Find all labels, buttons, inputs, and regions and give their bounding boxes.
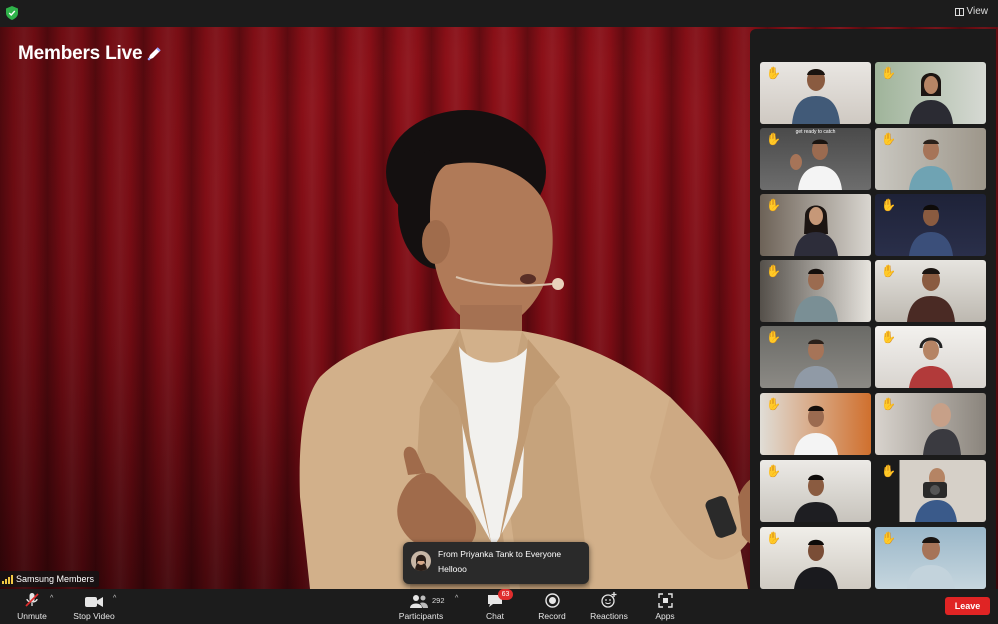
raised-hand-icon: ✋ [766,330,781,344]
participant-tile[interactable]: ✋ [760,393,871,455]
participants-options-chevron-icon[interactable]: ^ [455,595,458,602]
zoom-meeting-window: View Members Live ✋ ✋ ✋ get ready to cat… [0,0,998,624]
raised-hand-icon: ✋ [881,330,896,344]
view-button[interactable]: View [954,6,989,17]
participant-tile[interactable]: ✋ get ready to catch [760,128,871,190]
brand-text: Members Live [18,43,143,64]
raised-hand-icon: ✋ [881,66,896,80]
raised-hand-icon: ✋ [766,397,781,411]
video-options-chevron-icon[interactable]: ^ [113,595,116,602]
participant-tile[interactable]: ✋ [760,260,871,322]
participant-tile[interactable]: ✋ [760,460,871,522]
raised-hand-icon: ✋ [881,531,896,545]
participant-tile[interactable]: ✋ [760,62,871,124]
chat-sender: From Priyanka Tank to Everyone [438,549,562,559]
grid-view-icon [954,7,964,16]
participant-tile[interactable]: ✋ [875,194,986,256]
participant-tile[interactable]: ✋ [875,527,986,589]
chat-message: Hellooo [438,564,467,574]
raised-hand-icon: ✋ [881,132,896,146]
raised-hand-icon: ✋ [881,264,896,278]
participants-button[interactable]: Participants [396,589,446,624]
chat-unread-badge: 63 [498,589,513,600]
apps-icon [657,593,673,608]
participant-tile[interactable]: ✋ [875,260,986,322]
members-live-logo: Members Live [18,43,162,65]
participants-icon [410,595,428,608]
speaker-video [299,110,780,589]
record-icon [544,593,560,608]
tile-caption: get ready to catch [795,129,836,135]
raised-hand-icon: ✋ [766,198,781,212]
raised-hand-icon: ✋ [881,464,896,478]
video-camera-icon [85,597,103,607]
raised-hand-icon: ✋ [766,531,781,545]
raised-hand-icon: ✋ [881,198,896,212]
raised-hand-icon: ✋ [766,66,781,80]
speaker-name: Samsung Members [16,574,95,584]
top-bar: View [0,0,998,27]
record-button[interactable]: Record [533,589,571,624]
audio-options-chevron-icon[interactable]: ^ [50,595,53,602]
participant-tile[interactable]: ✋ [760,527,871,589]
participant-tile[interactable]: ✋ [875,460,986,522]
participant-tile[interactable]: ✋ [875,393,986,455]
apps-button[interactable]: Apps [648,589,682,624]
leave-button[interactable]: Leave [945,597,990,615]
participant-tile[interactable]: ✋ [875,62,986,124]
pen-icon [148,47,162,61]
raised-hand-icon: ✋ [766,464,781,478]
reactions-button[interactable]: Reactions [586,589,632,624]
unmute-button[interactable]: Unmute [10,589,54,624]
participant-tile[interactable]: ✋ [760,194,871,256]
view-label: View [966,6,989,17]
participants-count: 292 [432,596,445,605]
avatar [411,551,431,571]
muted-mic-icon [25,593,39,607]
participant-gallery: ✋ ✋ ✋ get ready to catch ✋ ✋ ✋ ✋ ✋ ✋ ✋ ✋… [750,29,996,593]
speaker-name-tag: Samsung Members [0,571,100,587]
signal-icon [2,574,13,584]
participant-tile[interactable]: ✋ [875,128,986,190]
chat-notification[interactable]: From Priyanka Tank to Everyone Hellooo [403,542,589,584]
reactions-icon [601,592,617,608]
shield-icon[interactable] [6,6,18,20]
raised-hand-icon: ✋ [881,397,896,411]
participant-tile[interactable]: ✋ [760,326,871,388]
participant-tile[interactable]: ✋ [875,326,986,388]
raised-hand-icon: ✋ [766,264,781,278]
